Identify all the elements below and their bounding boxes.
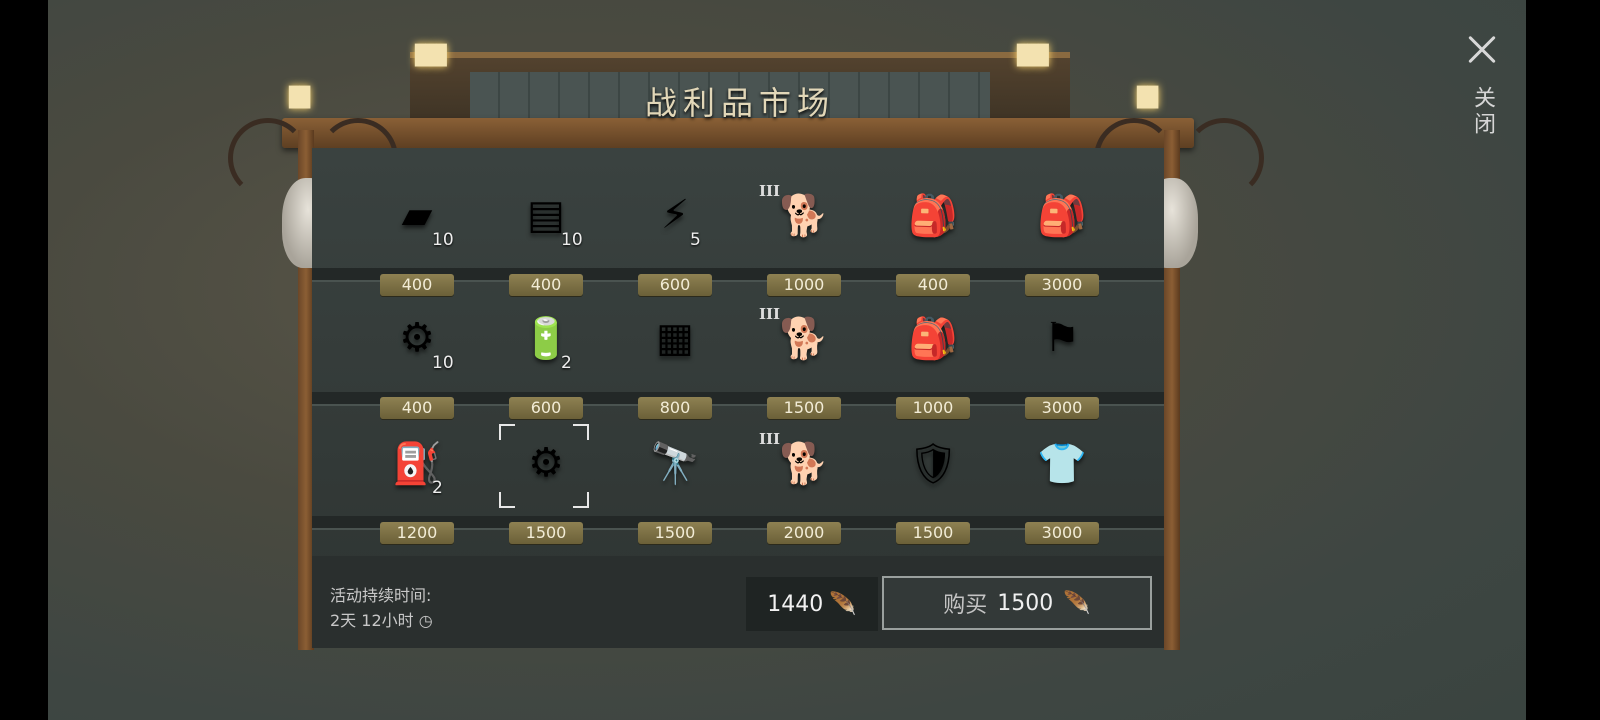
backpack-icon[interactable]: 🎒 [898,180,968,250]
duration-value: 2天 12小时 ◷ [330,607,433,631]
candles-icon: ▮▮▮ [412,36,449,71]
item-slot-police-badge[interactable]: 🛡 1500 [888,428,978,556]
antler-icon [1184,118,1264,198]
item-slot-cernunnos-flag[interactable]: ⚑ 3000 [1017,303,1107,431]
black-backpack-icon[interactable]: 🎒 [898,303,968,373]
price-tag: 1500 [638,522,712,544]
item-slot-scope-strap[interactable]: 🔭 1500 [630,428,720,556]
price-tag: 1000 [896,397,970,419]
item-slot-battery[interactable]: 🔋 2 600 [501,303,591,431]
item-slot-electronic-parts[interactable]: ⚡ 5 600 [630,180,720,308]
price-tag: 400 [509,274,583,296]
buy-label: 购买 [943,593,988,618]
price-tag: 2000 [767,522,841,544]
clock-icon: ◷ [418,611,433,630]
price-tag: 400 [896,274,970,296]
item-slot-tactical-backpack[interactable]: 🎒 1000 [888,303,978,431]
item-count: 2 [561,353,572,373]
feather-icon: 🪶 [829,591,857,617]
price-tag: 400 [380,274,454,296]
candles-icon: ▮▮▮ [1014,36,1051,71]
candles-icon: ▮▮ [286,78,313,113]
price-tag: 1000 [767,274,841,296]
circuit-board-icon[interactable]: ▦ [640,303,710,373]
feather-icon: 🪶 [1063,590,1091,616]
currency-balance: 1440 🪶 [746,577,878,631]
item-slot-puppy-husky[interactable]: 🐕 III 1500 [759,303,849,431]
close-button[interactable]: 关闭 [1460,30,1504,140]
price-tag: 600 [509,397,583,419]
tier-label: III [759,305,781,323]
price-tag: 3000 [1025,274,1099,296]
item-slot-puppy-rottweiler[interactable]: 🐕 III 2000 [759,428,849,556]
selection-frame [499,424,589,508]
tier-label: III [759,182,781,200]
item-count: 5 [690,230,701,250]
price-tag: 400 [380,397,454,419]
flag-icon[interactable]: ⚑ [1027,303,1097,373]
item-slot-biker-outfit[interactable]: 👕 3000 [1017,428,1107,556]
price-tag: 1200 [380,522,454,544]
price-tag: 1500 [896,522,970,544]
item-slot-puppy-shepherd[interactable]: 🐕 III 1000 [759,180,849,308]
price-tag: 3000 [1025,397,1099,419]
item-count: 10 [432,353,454,373]
item-slot-circuit-board[interactable]: ▦ 800 [630,303,720,431]
item-slot-cloth[interactable]: ▤ 10 400 [501,180,591,308]
item-slot-military-backpack[interactable]: 🎒 400 [888,180,978,308]
item-count: 10 [432,230,454,250]
badge-wallet-icon[interactable]: 🛡 [898,428,968,498]
item-count: 2 [432,478,443,498]
item-count: 10 [561,230,583,250]
buy-price: 1500 [997,590,1054,616]
outfit-icon[interactable]: 👕 [1027,428,1097,498]
balance-value: 1440 [767,591,824,617]
price-tag: 1500 [509,522,583,544]
skull-backpack-icon[interactable]: 🎒 [1027,180,1097,250]
item-slot-shock-absorber[interactable]: ⚙ 1500 [499,424,591,556]
price-tag: 600 [638,274,712,296]
price-tag: 1500 [767,397,841,419]
buy-button[interactable]: 购买 1500 🪶 [882,576,1152,630]
candles-icon: ▮▮ [1134,78,1161,113]
item-slot-gas-cylinder[interactable]: ⛽ 2 1200 [372,428,462,556]
duration-text: 2天 12小时 [330,611,414,630]
tier-label: III [759,430,781,448]
item-slot-biker-backpack[interactable]: 🎒 3000 [1017,180,1107,308]
scope-icon[interactable]: 🔭 [640,428,710,498]
close-icon[interactable] [1462,30,1502,70]
page-title: 战利品市场 [644,84,835,122]
item-slot-leather[interactable]: ▰ 10 400 [372,180,462,308]
item-slot-engine-cylinder[interactable]: ⚙ 10 400 [372,303,462,431]
price-tag: 800 [638,397,712,419]
close-label: 关闭 [1470,86,1495,138]
price-tag: 3000 [1025,522,1099,544]
duration-label: 活动持续时间: [330,586,432,605]
